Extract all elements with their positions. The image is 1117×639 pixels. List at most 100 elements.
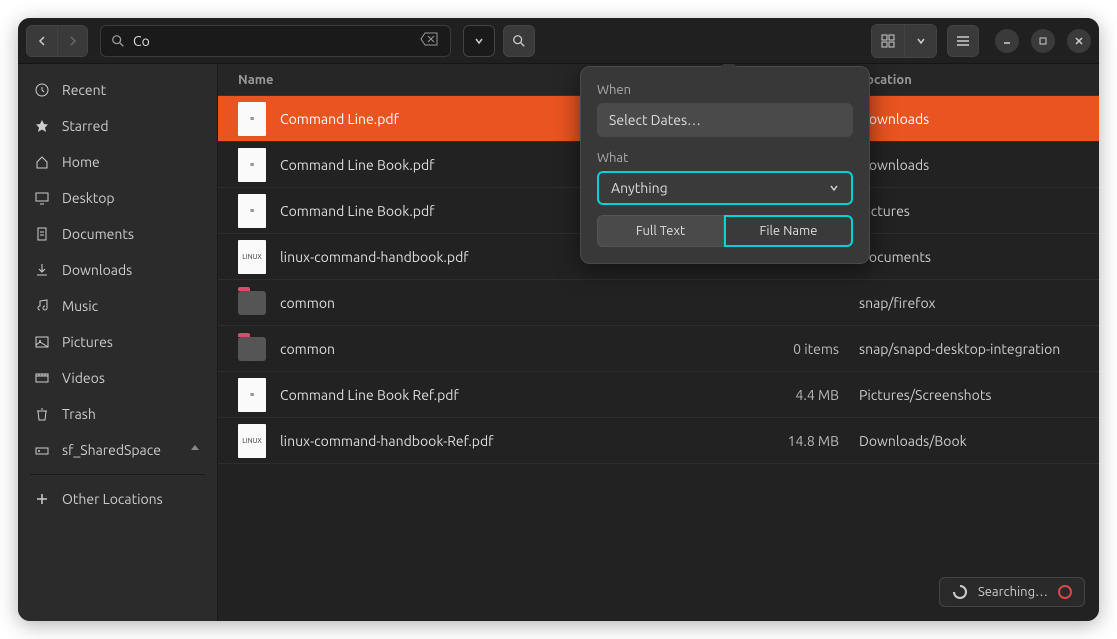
sidebar-item-music[interactable]: Music [18, 288, 217, 324]
file-name: linux-command-handbook-Ref.pdf [280, 433, 749, 449]
eject-icon[interactable] [189, 442, 201, 458]
file-location: snap/firefox [839, 295, 1079, 311]
search-options-dropdown[interactable] [463, 25, 495, 57]
filename-toggle[interactable]: File Name [724, 215, 853, 247]
file-size: 4.4 MB [749, 387, 839, 403]
sidebar-item-label: Recent [62, 82, 106, 98]
document-icon [34, 226, 50, 242]
close-button[interactable] [1067, 29, 1091, 53]
chevron-down-icon [474, 36, 484, 46]
trash-icon [34, 406, 50, 422]
sidebar-item-label: Music [62, 298, 98, 314]
titlebar [18, 18, 1099, 64]
picture-icon [34, 334, 50, 350]
close-icon [1074, 36, 1084, 46]
grid-icon [881, 34, 895, 48]
sidebar-item-recent[interactable]: Recent [18, 72, 217, 108]
clock-icon [34, 82, 50, 98]
sidebar-item-other-locations[interactable]: Other Locations [18, 481, 217, 517]
file-row[interactable]: ≡Command Line Book Ref.pdf4.4 MBPictures… [218, 372, 1099, 418]
sidebar-item-pictures[interactable]: Pictures [18, 324, 217, 360]
music-icon [34, 298, 50, 314]
view-mode-group [871, 24, 937, 58]
file-size: 0 items [749, 341, 839, 357]
sidebar-item-label: Home [62, 154, 100, 170]
sidebar-item-label: Videos [62, 370, 105, 386]
grid-view-button[interactable] [872, 25, 904, 57]
file-row[interactable]: common0 itemssnap/snapd-desktop-integrat… [218, 326, 1099, 372]
search-icon [111, 34, 125, 48]
file-name: common [280, 341, 749, 357]
column-location-header[interactable]: Location [839, 73, 1079, 87]
minimize-icon [1002, 36, 1012, 46]
file-location: Downloads [839, 111, 1079, 127]
sidebar-item-downloads[interactable]: Downloads [18, 252, 217, 288]
sidebar-item-documents[interactable]: Documents [18, 216, 217, 252]
file-name: Command Line Book Ref.pdf [280, 387, 749, 403]
file-location: Downloads [839, 157, 1079, 173]
desktop-icon [34, 190, 50, 206]
sidebar-item-trash[interactable]: Trash [18, 396, 217, 432]
main-panel: Name Size Location ≡Command Line.pdfDown… [218, 64, 1099, 621]
sidebar-item-home[interactable]: Home [18, 144, 217, 180]
status-bar: Searching… [939, 577, 1085, 607]
clear-search-button[interactable] [418, 30, 440, 52]
window-controls [995, 29, 1091, 53]
folder-icon [238, 291, 266, 315]
spinner-icon [952, 584, 968, 600]
search-filter-popover: When Select Dates… What Anything Full Te… [580, 66, 870, 264]
drive-icon [34, 442, 50, 458]
file-row[interactable]: LINUX linux-command-handbook-Ref.pdf14.8 … [218, 418, 1099, 464]
home-icon [34, 154, 50, 170]
what-dropdown[interactable]: Anything [597, 171, 853, 205]
file-icon: ≡ [238, 194, 266, 228]
chevron-down-icon [829, 183, 839, 193]
select-dates-button[interactable]: Select Dates… [597, 103, 853, 137]
plus-icon [34, 491, 50, 507]
search-bar[interactable] [100, 25, 451, 57]
file-icon: LINUX [238, 424, 266, 458]
file-size: 14.8 MB [749, 433, 839, 449]
chevron-right-icon [67, 35, 79, 47]
back-button[interactable] [27, 26, 57, 56]
sidebar-item-starred[interactable]: Starred [18, 108, 217, 144]
sidebar-item-label: sf_SharedSpace [62, 442, 161, 458]
file-location: Pictures [839, 203, 1079, 219]
sidebar-item-label: Desktop [62, 190, 115, 206]
maximize-icon [1038, 36, 1048, 46]
file-icon: LINUX [238, 240, 266, 274]
download-icon [34, 262, 50, 278]
search-input[interactable] [133, 33, 418, 49]
sidebar-item-sf_sharedspace[interactable]: sf_SharedSpace [18, 432, 217, 468]
search-toggle-button[interactable] [503, 25, 535, 57]
sidebar-item-label: Pictures [62, 334, 113, 350]
body: Recent Starred Home Desktop Documents Downloa… [18, 64, 1099, 621]
sidebar-item-videos[interactable]: Videos [18, 360, 217, 396]
menu-button[interactable] [947, 25, 979, 57]
what-label: What [597, 151, 853, 165]
file-manager-window: Recent Starred Home Desktop Documents Downloa… [18, 18, 1099, 621]
fulltext-toggle[interactable]: Full Text [597, 215, 724, 247]
file-row[interactable]: commonsnap/firefox [218, 280, 1099, 326]
what-value: Anything [611, 180, 668, 196]
sidebar-item-desktop[interactable]: Desktop [18, 180, 217, 216]
backspace-icon [420, 32, 438, 46]
sidebar-item-label: Downloads [62, 262, 132, 278]
sidebar-item-label: Starred [62, 118, 109, 134]
star-icon [34, 118, 50, 134]
file-icon: ≡ [238, 148, 266, 182]
file-icon: ≡ [238, 378, 266, 412]
hamburger-icon [956, 35, 970, 47]
search-icon [512, 34, 526, 48]
nav-buttons [26, 25, 88, 57]
view-dropdown-button[interactable] [904, 25, 936, 57]
stop-search-button[interactable] [1058, 585, 1072, 599]
file-icon: ≡ [238, 102, 266, 136]
video-icon [34, 370, 50, 386]
sidebar-item-label: Other Locations [62, 491, 163, 507]
chevron-down-icon [916, 36, 926, 46]
forward-button[interactable] [57, 26, 87, 56]
minimize-button[interactable] [995, 29, 1019, 53]
file-location: snap/snapd-desktop-integration [839, 341, 1079, 357]
maximize-button[interactable] [1031, 29, 1055, 53]
